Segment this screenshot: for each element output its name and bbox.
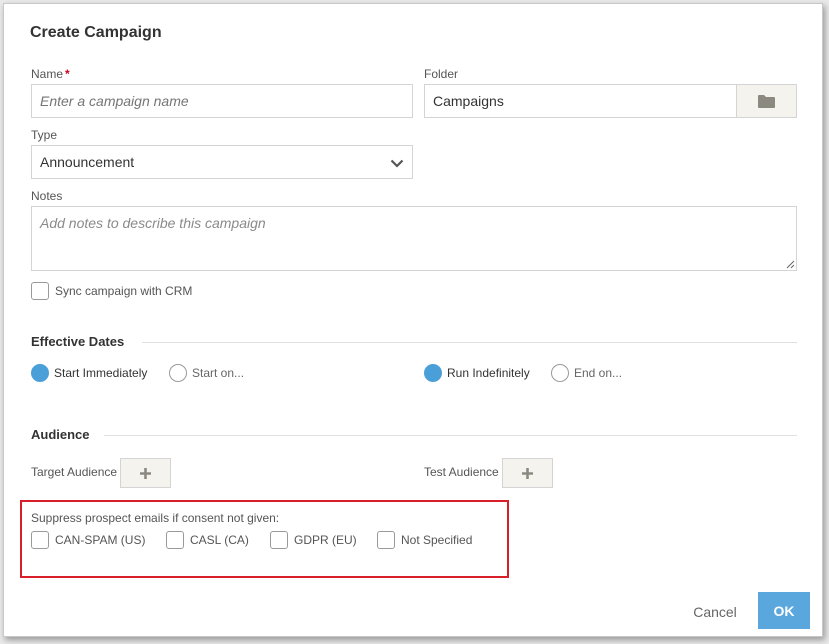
folder-label: Folder (424, 67, 459, 81)
consent-label: Suppress prospect emails if consent not … (31, 511, 280, 525)
name-input[interactable] (31, 84, 413, 118)
not-specified-checkbox[interactable] (377, 531, 395, 549)
start-immediately-label: Start Immediately (54, 366, 148, 380)
chevron-down-icon (390, 159, 404, 168)
add-target-audience-button[interactable] (120, 458, 171, 488)
gdpr-label: GDPR (EU) (294, 533, 357, 547)
can-spam-checkbox[interactable] (31, 531, 49, 549)
test-audience-label: Test Audience (424, 465, 499, 479)
sync-crm-label: Sync campaign with CRM (55, 284, 193, 298)
folder-value: Campaigns (433, 93, 504, 109)
start-immediately-option[interactable]: Start Immediately (31, 364, 147, 382)
start-immediately-radio[interactable] (31, 364, 49, 382)
not-specified-label: Not Specified (401, 533, 473, 547)
type-value: Announcement (40, 154, 135, 170)
end-on-radio[interactable] (551, 364, 569, 382)
target-audience-label: Target Audience (31, 465, 118, 479)
can-spam-label: CAN-SPAM (US) (55, 533, 146, 547)
type-select[interactable]: Announcement (31, 145, 413, 179)
create-campaign-dialog: Create Campaign Name* Folder Campaigns T… (3, 3, 823, 637)
type-label: Type (31, 128, 58, 142)
end-on-label: End on... (574, 366, 623, 380)
add-test-audience-button[interactable] (502, 458, 553, 488)
end-on-option[interactable]: End on... (551, 364, 622, 382)
gdpr-checkbox[interactable] (270, 531, 288, 549)
folder-browse-button[interactable] (736, 84, 797, 118)
start-on-label: Start on... (192, 366, 245, 380)
name-label: Name * (31, 67, 70, 81)
consent-option-not-specified[interactable]: Not Specified (377, 531, 472, 549)
effective-dates-title: Effective Dates (31, 334, 125, 349)
run-indefinitely-option[interactable]: Run Indefinitely (424, 364, 530, 382)
cancel-button[interactable]: Cancel (684, 600, 746, 624)
start-on-radio[interactable] (169, 364, 187, 382)
plus-icon (140, 467, 151, 479)
resize-grip-icon[interactable] (786, 260, 795, 269)
dialog-title: Create Campaign (30, 24, 162, 41)
casl-label: CASL (CA) (190, 533, 249, 547)
folder-field[interactable]: Campaigns (424, 84, 737, 118)
audience-divider (104, 435, 797, 436)
audience-title: Audience (31, 427, 90, 442)
ok-button[interactable]: OK (758, 592, 810, 629)
notes-wrapper (31, 206, 797, 271)
notes-textarea[interactable] (31, 206, 797, 271)
casl-checkbox[interactable] (166, 531, 184, 549)
sync-crm-checkbox[interactable] (31, 282, 49, 300)
run-indefinitely-radio[interactable] (424, 364, 442, 382)
start-on-option[interactable]: Start on... (169, 364, 244, 382)
consent-option-can-spam[interactable]: CAN-SPAM (US) (31, 531, 145, 549)
required-mark: * (65, 67, 70, 81)
consent-option-casl[interactable]: CASL (CA) (166, 531, 249, 549)
notes-label: Notes (31, 189, 63, 203)
run-indefinitely-label: Run Indefinitely (447, 366, 530, 380)
effective-dates-divider (142, 342, 797, 343)
sync-crm-row[interactable]: Sync campaign with CRM (31, 282, 192, 300)
consent-option-gdpr[interactable]: GDPR (EU) (270, 531, 357, 549)
folder-icon (758, 94, 775, 108)
plus-icon (522, 467, 533, 479)
